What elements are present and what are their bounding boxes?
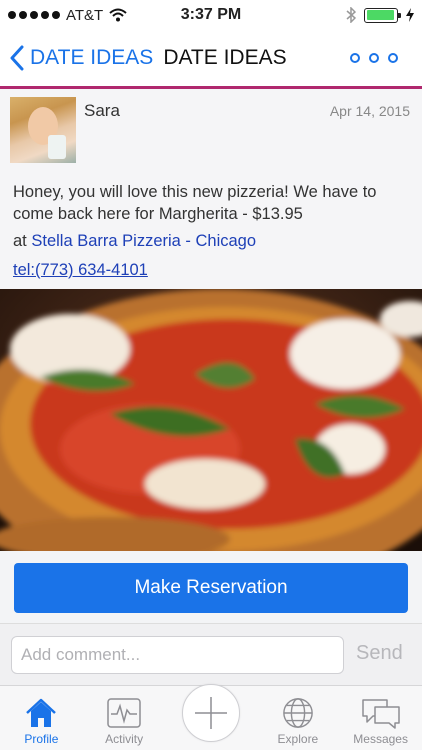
more-options-button[interactable]	[350, 53, 398, 63]
comment-bar: Send	[0, 623, 422, 685]
tab-label-profile: Profile	[24, 732, 59, 746]
carrier-label: AT&T	[66, 6, 104, 24]
tab-add[interactable]	[166, 684, 257, 750]
pizza-photo	[0, 289, 422, 551]
make-reservation-button[interactable]: Make Reservation	[14, 563, 408, 613]
status-left: AT&T	[8, 7, 158, 24]
reservation-area: Make Reservation	[0, 551, 422, 623]
messages-icon	[361, 699, 400, 729]
tab-activity[interactable]: Activity	[83, 686, 166, 750]
home-icon	[26, 698, 57, 727]
send-button[interactable]: Send	[356, 642, 403, 665]
battery-level	[366, 10, 395, 20]
location-link[interactable]: Stella Barra Pizzeria - Chicago	[31, 232, 256, 250]
wifi-icon	[109, 8, 127, 22]
post-card: Sara Apr 14, 2015 Honey, you will love t…	[0, 89, 422, 289]
avatar[interactable]	[10, 97, 76, 163]
phone-link[interactable]: tel:(773) 634-4101	[13, 261, 148, 280]
tab-label-explore: Explore	[277, 732, 319, 746]
add-post-button[interactable]	[182, 684, 240, 742]
pizza-image	[0, 289, 422, 551]
more-dot-icon	[369, 53, 379, 63]
charging-icon	[406, 8, 414, 22]
status-right	[264, 7, 414, 23]
tab-label-messages: Messages	[353, 732, 408, 746]
add-icon	[195, 697, 227, 729]
chevron-left-icon	[10, 45, 24, 71]
bluetooth-icon	[346, 7, 356, 23]
post-text: Honey, you will love this new pizzeria! …	[13, 183, 377, 223]
tab-explore[interactable]: Explore	[257, 686, 340, 750]
globe-icon	[283, 698, 313, 728]
tab-label-activity: Activity	[105, 732, 144, 746]
tab-profile[interactable]: Profile	[0, 686, 83, 750]
activity-icon	[107, 698, 141, 728]
comment-input[interactable]	[11, 636, 344, 674]
user-name[interactable]: Sara	[84, 101, 120, 121]
battery-icon	[364, 7, 401, 23]
post-date: Apr 14, 2015	[329, 103, 410, 119]
page-title: DATE IDEAS	[163, 46, 287, 69]
signal-strength-icon	[8, 11, 60, 19]
back-button[interactable]: DATE IDEAS	[10, 45, 153, 71]
back-button-label: DATE IDEAS	[30, 46, 154, 69]
more-dot-icon	[388, 53, 398, 63]
nav-bar: DATE IDEAS DATE IDEAS	[0, 30, 422, 86]
post-location: at Stella Barra Pizzeria - Chicago	[13, 232, 256, 251]
more-dot-icon	[350, 53, 360, 63]
post-header: Sara Apr 14, 2015	[10, 97, 412, 165]
location-prefix: at	[13, 232, 32, 250]
tab-messages[interactable]: Messages	[339, 686, 422, 750]
status-time: 3:37 PM	[180, 6, 242, 23]
status-bar: AT&T 3:37 PM	[0, 0, 422, 30]
tab-bar: Profile Activity Explore Messages	[0, 684, 422, 750]
